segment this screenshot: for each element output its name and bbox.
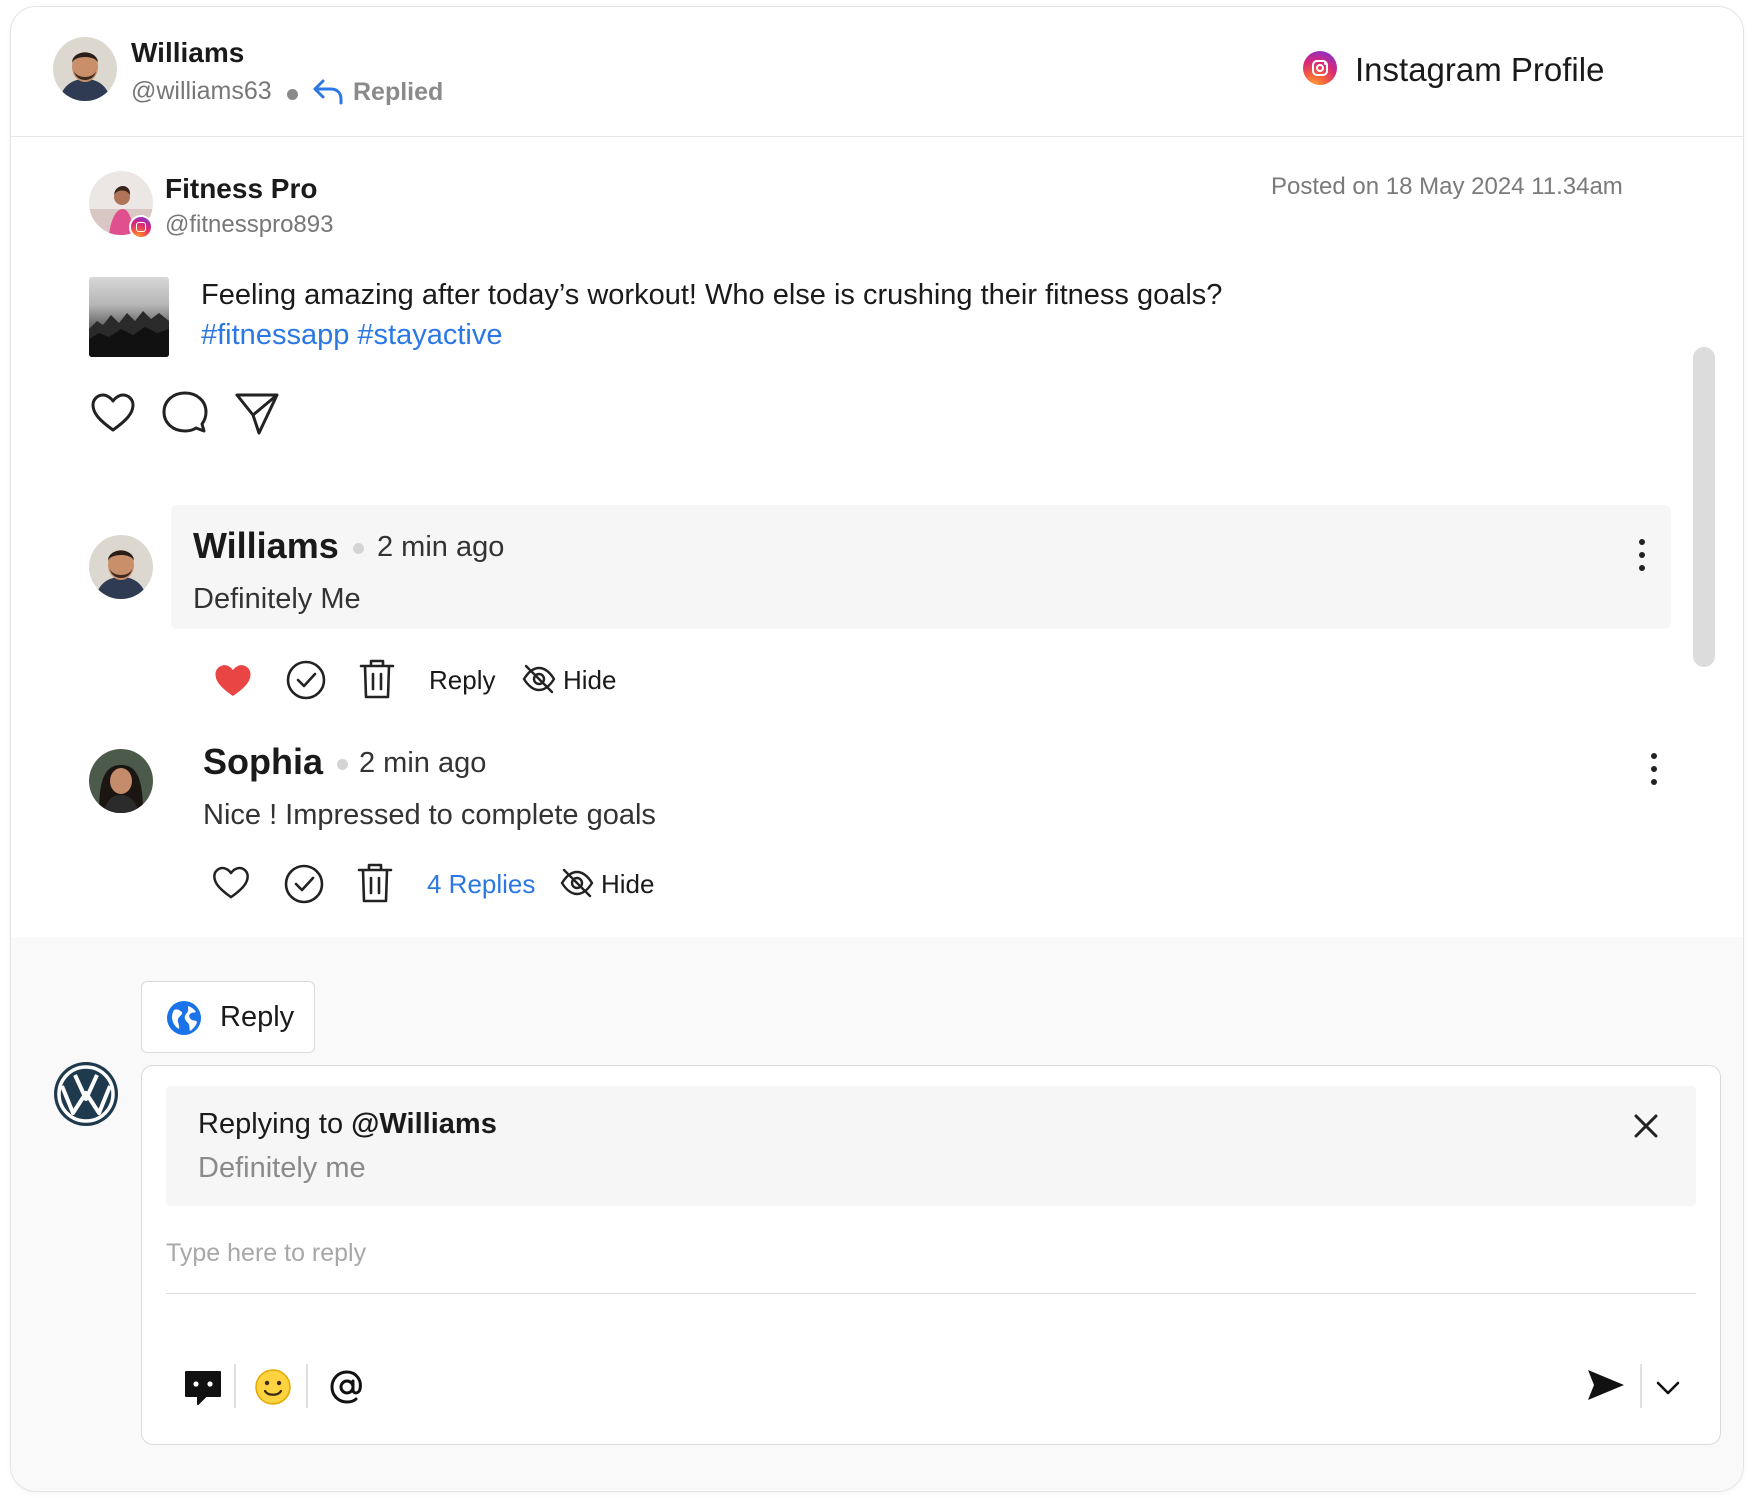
heart-filled-icon[interactable]: [213, 661, 253, 701]
saved-reply-icon[interactable]: [182, 1366, 224, 1408]
trash-icon[interactable]: [357, 657, 397, 701]
emoji-icon[interactable]: [252, 1366, 294, 1408]
send-paper-plane-icon[interactable]: [233, 389, 281, 437]
reply-composer: Replying to @Williams Definitely me: [141, 1065, 1721, 1445]
reply-arrow-icon: [313, 79, 343, 105]
post-author-name: Fitness Pro: [165, 173, 318, 204]
vw-logo-avatar: [53, 1061, 119, 1127]
comment-time: 2 min ago: [377, 531, 505, 563]
comment-hide-button[interactable]: Hide: [601, 869, 654, 900]
avatar-sophia[interactable]: [89, 749, 153, 813]
post-caption: Feeling amazing after today’s workout! W…: [201, 279, 1223, 311]
separator-dot: [287, 89, 298, 100]
comment-text: Definitely Me: [193, 583, 361, 615]
separator-dot: [353, 543, 364, 554]
replying-to-quote: Replying to @Williams Definitely me: [166, 1086, 1696, 1206]
heart-icon[interactable]: [89, 389, 137, 437]
post-timestamp: Posted on 18 May 2024 11.34am: [1271, 173, 1623, 200]
avatar-williams[interactable]: [53, 37, 117, 101]
instagram-source-icon: [129, 215, 153, 239]
header-user-handle: @williams63: [131, 77, 272, 105]
replied-status: Replied: [353, 78, 444, 106]
reply-input[interactable]: [166, 1234, 1696, 1294]
quoted-comment-text: Definitely me: [198, 1152, 366, 1184]
view-replies-link[interactable]: 4 Replies: [427, 869, 535, 900]
chevron-down-icon[interactable]: [1652, 1372, 1684, 1404]
check-circle-icon[interactable]: [285, 659, 327, 701]
header-user-name: Williams: [131, 37, 245, 68]
platform-label[interactable]: Instagram Profile: [1355, 51, 1604, 89]
send-separator: [1640, 1364, 1642, 1408]
more-options-icon[interactable]: [1649, 751, 1659, 787]
post-thumbnail[interactable]: [89, 277, 169, 357]
comment-author-name: Sophia: [203, 741, 324, 782]
trash-icon[interactable]: [355, 861, 395, 905]
comment-reply-button[interactable]: Reply: [429, 665, 495, 696]
eye-off-icon[interactable]: [521, 661, 557, 697]
heart-icon[interactable]: [211, 863, 251, 903]
comment-hide-button[interactable]: Hide: [563, 665, 616, 696]
comment-time: 2 min ago: [359, 747, 487, 779]
replying-to-handle: @Williams: [351, 1108, 497, 1140]
vertical-scrollbar[interactable]: [1693, 347, 1715, 667]
separator-dot: [337, 759, 348, 770]
check-circle-icon[interactable]: [283, 863, 325, 905]
reply-mode-selector[interactable]: Reply: [141, 981, 315, 1053]
post-hashtags[interactable]: #fitnessapp #stayactive: [201, 319, 502, 352]
replying-to-label: Replying to @Williams: [198, 1108, 497, 1140]
toolbar-separator: [234, 1364, 236, 1408]
instagram-icon: [1303, 51, 1337, 85]
close-icon[interactable]: [1626, 1106, 1666, 1146]
send-icon[interactable]: [1584, 1364, 1626, 1406]
inbox-conversation-card: Williams @williams63 Replied Instagram P…: [10, 6, 1744, 1492]
toolbar-separator: [306, 1364, 308, 1408]
reply-mode-label: Reply: [220, 1001, 295, 1033]
comment-bubble: [171, 505, 1671, 629]
post-author-handle: @fitnesspro893: [165, 211, 334, 238]
comment-text: Nice ! Impressed to complete goals: [203, 799, 656, 831]
mention-at-icon[interactable]: [326, 1366, 368, 1408]
conversation-header: Williams @williams63 Replied Instagram P…: [11, 7, 1743, 137]
comment-author-name: Williams: [193, 525, 339, 566]
globe-icon: [167, 1001, 201, 1035]
avatar-williams-comment[interactable]: [89, 535, 153, 599]
comment-bubble-icon[interactable]: [161, 389, 209, 437]
more-options-icon[interactable]: [1637, 537, 1647, 573]
eye-off-icon[interactable]: [559, 865, 595, 901]
